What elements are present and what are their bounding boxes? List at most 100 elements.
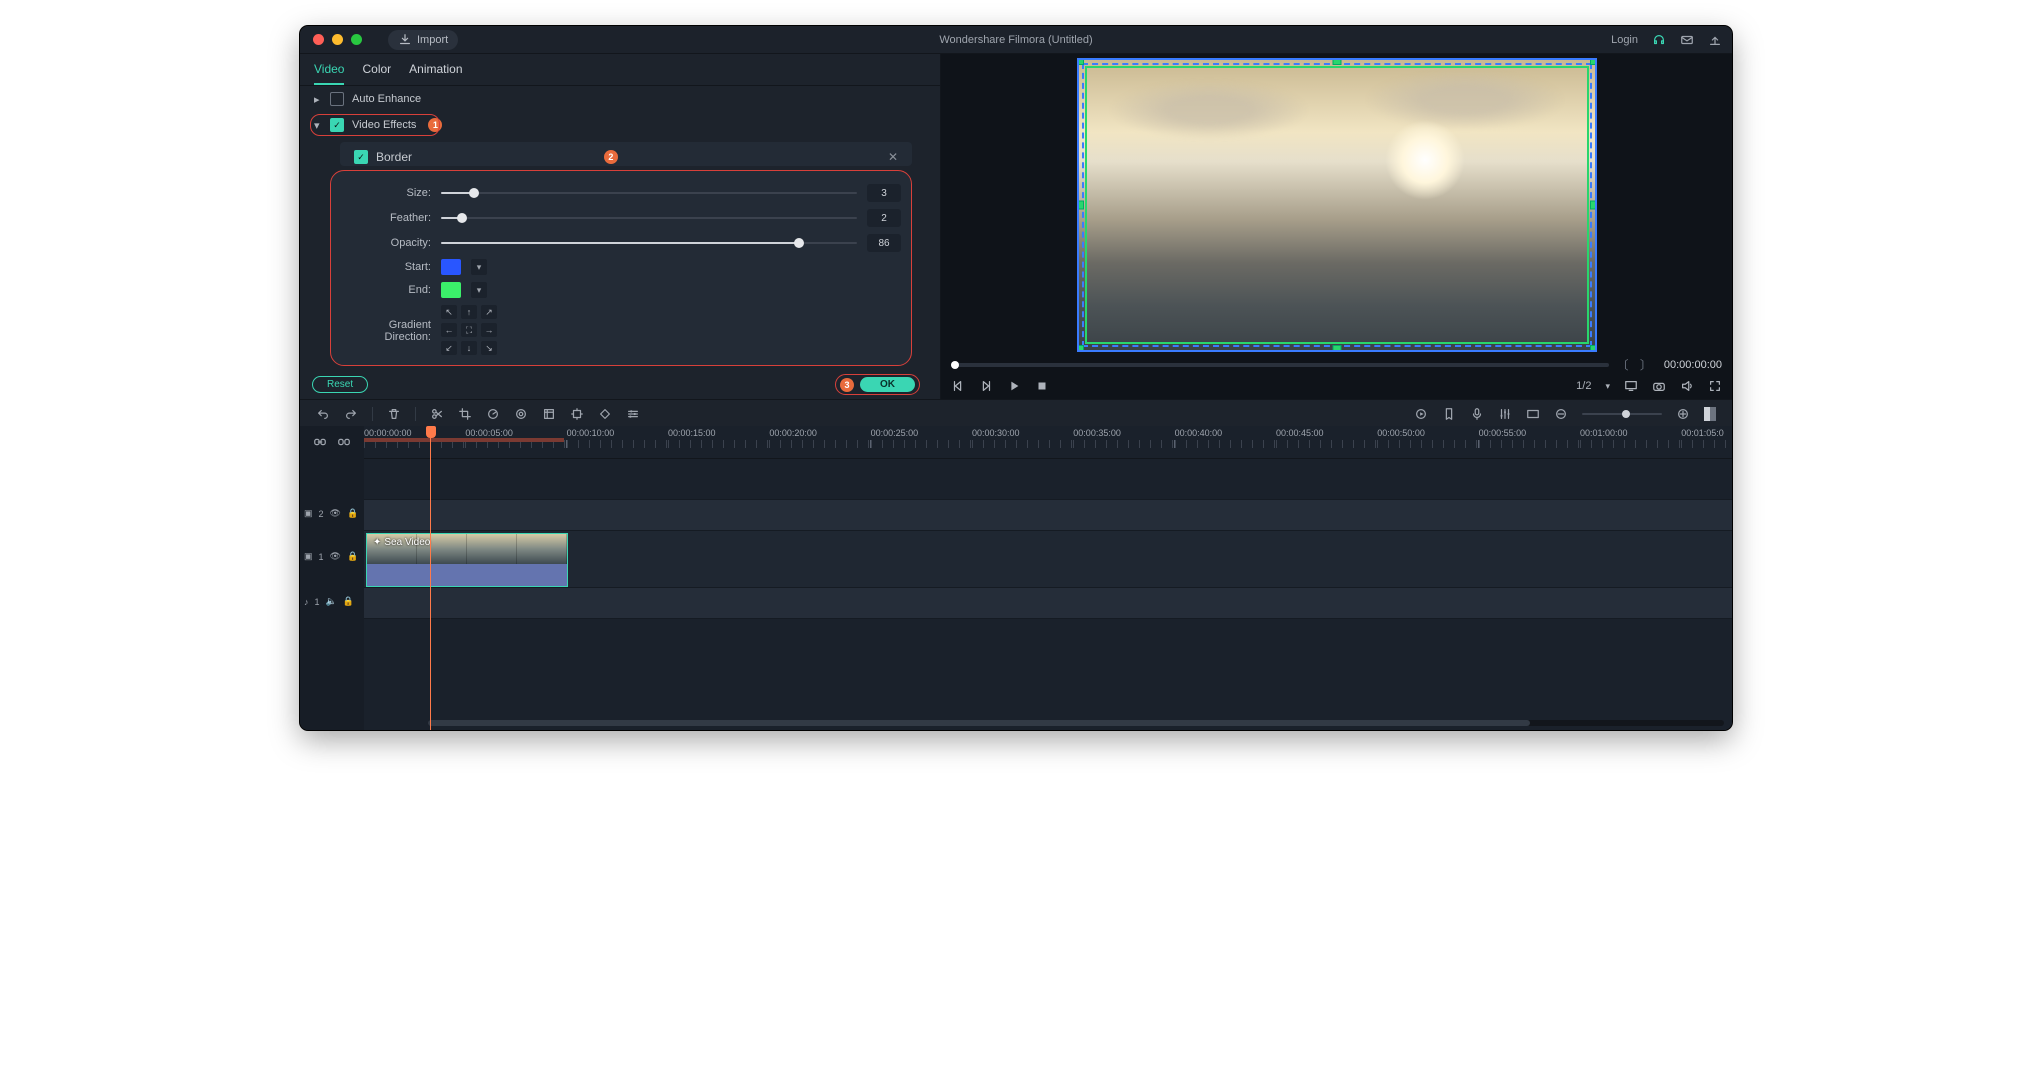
playhead[interactable] <box>430 426 431 730</box>
tab-video[interactable]: Video <box>314 62 344 85</box>
end-color-dropdown[interactable]: ▾ <box>471 282 487 298</box>
grad-dir-r[interactable]: → <box>481 323 497 337</box>
size-row: Size: 3 <box>341 184 901 202</box>
size-value[interactable]: 3 <box>867 184 901 202</box>
grad-dir-t[interactable]: ↑ <box>461 305 477 319</box>
resize-handle[interactable] <box>1077 201 1084 210</box>
undo-icon[interactable] <box>316 407 330 421</box>
volume-icon[interactable] <box>1680 379 1694 393</box>
tab-color[interactable]: Color <box>362 62 391 85</box>
preview-canvas[interactable] <box>1077 58 1597 352</box>
step-forward-icon[interactable] <box>979 379 993 393</box>
grad-dir-br[interactable]: ↘ <box>481 341 497 355</box>
start-color-dropdown[interactable]: ▾ <box>471 259 487 275</box>
eye-icon[interactable]: 👁 <box>330 508 341 519</box>
lock-icon[interactable]: 🔒 <box>347 508 358 519</box>
grad-dir-b[interactable]: ↓ <box>461 341 477 355</box>
clip-audio-lane <box>367 564 567 586</box>
zoom-out-icon[interactable] <box>1554 407 1568 421</box>
fullscreen-icon[interactable] <box>1708 379 1722 393</box>
timeline-body[interactable]: 00:00:00:00 00:00:05:00 00:00:10:00 00:0… <box>364 426 1732 730</box>
auto-enhance-checkbox[interactable] <box>330 92 344 106</box>
grad-dir-l[interactable]: ← <box>441 323 457 337</box>
start-color-swatch[interactable] <box>441 259 461 275</box>
video-track-1[interactable]: ▣1 👁 🔒 ✦Sea Video <box>364 531 1732 588</box>
resize-handle[interactable] <box>1077 345 1084 352</box>
feather-slider[interactable] <box>441 211 857 225</box>
color-icon[interactable] <box>514 407 528 421</box>
timeline-view-toggle[interactable] <box>1704 407 1716 421</box>
feather-value[interactable]: 2 <box>867 209 901 227</box>
link-icon[interactable] <box>313 435 327 449</box>
auto-enhance-row[interactable]: ▸ Auto Enhance <box>300 86 940 112</box>
grad-dir-tl[interactable]: ↖ <box>441 305 457 319</box>
monitor-icon[interactable] <box>1624 379 1638 393</box>
close-icon[interactable] <box>313 34 324 45</box>
timeline-empty-area[interactable] <box>364 619 1732 730</box>
import-button[interactable]: Import <box>388 30 458 50</box>
timeline-scrollbar[interactable] <box>428 720 1724 726</box>
resize-handle[interactable] <box>1077 58 1084 65</box>
grad-dir-c[interactable]: ⛶ <box>461 323 477 337</box>
mail-icon[interactable] <box>1680 33 1694 47</box>
resize-handle[interactable] <box>1332 345 1341 352</box>
preview-viewport[interactable] <box>941 54 1732 356</box>
close-effect-icon[interactable]: ✕ <box>888 150 898 164</box>
crop-icon[interactable] <box>458 407 472 421</box>
export-icon[interactable] <box>1708 33 1722 47</box>
timeline-zoom-slider[interactable] <box>1582 413 1662 415</box>
speaker-icon[interactable]: 🔈 <box>326 596 337 607</box>
video-effects-row[interactable]: ▾ ✓ Video Effects 1 <box>300 112 940 138</box>
grad-dir-bl[interactable]: ↙ <box>441 341 457 355</box>
skip-back-icon[interactable] <box>951 379 965 393</box>
tab-animation[interactable]: Animation <box>409 62 462 85</box>
marker-icon[interactable] <box>1442 407 1456 421</box>
scissors-icon[interactable] <box>430 407 444 421</box>
unlink-icon[interactable] <box>337 435 351 449</box>
grad-dir-tr[interactable]: ↗ <box>481 305 497 319</box>
resize-handle[interactable] <box>1590 345 1597 352</box>
stop-icon[interactable] <box>1035 379 1049 393</box>
minimize-icon[interactable] <box>332 34 343 45</box>
trash-icon[interactable] <box>387 407 401 421</box>
preview-scrubber[interactable] <box>951 363 1609 367</box>
adjust-icon[interactable] <box>626 407 640 421</box>
keyframe-icon[interactable] <box>598 407 612 421</box>
lock-icon[interactable]: 🔒 <box>347 551 358 562</box>
opacity-value[interactable]: 86 <box>867 234 901 252</box>
reset-button[interactable]: Reset <box>312 376 368 393</box>
camera-icon[interactable] <box>1652 379 1666 393</box>
render-icon[interactable] <box>1414 407 1428 421</box>
headphone-icon[interactable] <box>1652 33 1666 47</box>
opacity-slider[interactable] <box>441 236 857 250</box>
resize-handle[interactable] <box>1590 201 1597 210</box>
mixer-icon[interactable] <box>1498 407 1512 421</box>
size-slider[interactable] <box>441 186 857 200</box>
zoom-in-icon[interactable] <box>1676 407 1690 421</box>
play-icon[interactable] <box>1007 379 1021 393</box>
greenscreen-icon[interactable] <box>542 407 556 421</box>
resize-handle[interactable] <box>1590 58 1597 65</box>
preview-zoom-label[interactable]: 1/2 <box>1576 380 1591 392</box>
ok-button[interactable]: OK <box>860 377 915 392</box>
maximize-icon[interactable] <box>351 34 362 45</box>
chevron-down-icon[interactable]: ▾ <box>1605 381 1610 392</box>
audio-track-1[interactable]: ♪1 🔈 🔒 <box>364 588 1732 619</box>
lock-icon[interactable]: 🔒 <box>343 596 354 607</box>
video-track-2[interactable]: ▣2 👁 🔒 <box>364 500 1732 531</box>
eye-icon[interactable]: 👁 <box>330 551 341 562</box>
tracking-icon[interactable] <box>570 407 584 421</box>
end-color-swatch[interactable] <box>441 282 461 298</box>
aspect-icon[interactable] <box>1526 407 1540 421</box>
video-effects-checkbox[interactable]: ✓ <box>330 118 344 132</box>
speed-icon[interactable] <box>486 407 500 421</box>
track-number: 1 <box>319 552 324 562</box>
border-checkbox[interactable]: ✓ <box>354 150 368 164</box>
timeline-ruler[interactable]: 00:00:00:00 00:00:05:00 00:00:10:00 00:0… <box>364 426 1732 459</box>
clip-sea-video[interactable]: ✦Sea Video <box>366 533 568 587</box>
redo-icon[interactable] <box>344 407 358 421</box>
work-area-marker[interactable] <box>364 438 564 442</box>
resize-handle[interactable] <box>1332 58 1341 65</box>
mic-icon[interactable] <box>1470 407 1484 421</box>
login-button[interactable]: Login <box>1611 34 1638 46</box>
